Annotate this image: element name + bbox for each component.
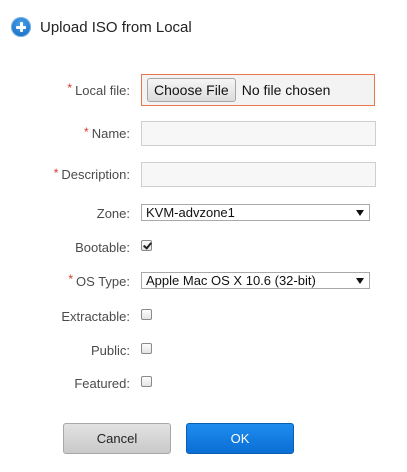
featured-label: Featured: [74,375,130,391]
ok-button[interactable]: OK [186,423,294,454]
os-type-selected-value: Apple Mac OS X 10.6 (32-bit) [146,273,316,288]
public-row: Public: [0,341,407,359]
required-marker: * [67,81,73,95]
required-marker: * [53,165,59,180]
dropdown-caret-icon [356,210,364,216]
public-label: Public: [90,342,130,358]
local-file-row: * Local file: Choose File No file chosen [0,74,407,106]
featured-row: Featured: [0,374,407,392]
cancel-button[interactable]: Cancel [63,423,171,454]
local-file-label: * Local file: [67,81,130,98]
public-checkbox[interactable] [141,343,152,354]
zone-label: Zone: [96,205,130,221]
local-file-input[interactable]: Choose File No file chosen [141,74,375,106]
extractable-row: Extractable: [0,307,407,325]
choose-file-button[interactable]: Choose File [147,78,236,102]
zone-selected-value: KVM-advzone1 [146,205,235,220]
dialog-title: Upload ISO from Local [40,18,192,36]
add-circle-icon [11,17,31,37]
os-type-label: * OS Type: [68,272,130,289]
os-type-row: * OS Type: Apple Mac OS X 10.6 (32-bit) [0,272,407,290]
name-row: * Name: [0,121,407,146]
dropdown-caret-icon [356,278,364,284]
description-input[interactable] [141,162,376,187]
name-input[interactable] [141,121,376,146]
bootable-checkbox[interactable] [141,240,152,251]
name-label: * Name: [84,124,130,142]
extractable-label: Extractable: [61,308,130,324]
extractable-checkbox[interactable] [141,309,152,320]
zone-select[interactable]: KVM-advzone1 [141,204,370,221]
os-type-select[interactable]: Apple Mac OS X 10.6 (32-bit) [141,272,370,289]
featured-checkbox[interactable] [141,376,152,387]
file-status-text: No file chosen [241,82,331,98]
required-marker: * [84,124,89,139]
bootable-row: Bootable: [0,238,407,256]
dialog-header: Upload ISO from Local [11,16,192,38]
zone-row: Zone: KVM-advzone1 [0,204,407,222]
bootable-label: Bootable: [75,239,130,255]
description-row: * Description: [0,162,407,187]
required-marker: * [68,272,74,286]
description-label: * Description: [53,165,130,183]
